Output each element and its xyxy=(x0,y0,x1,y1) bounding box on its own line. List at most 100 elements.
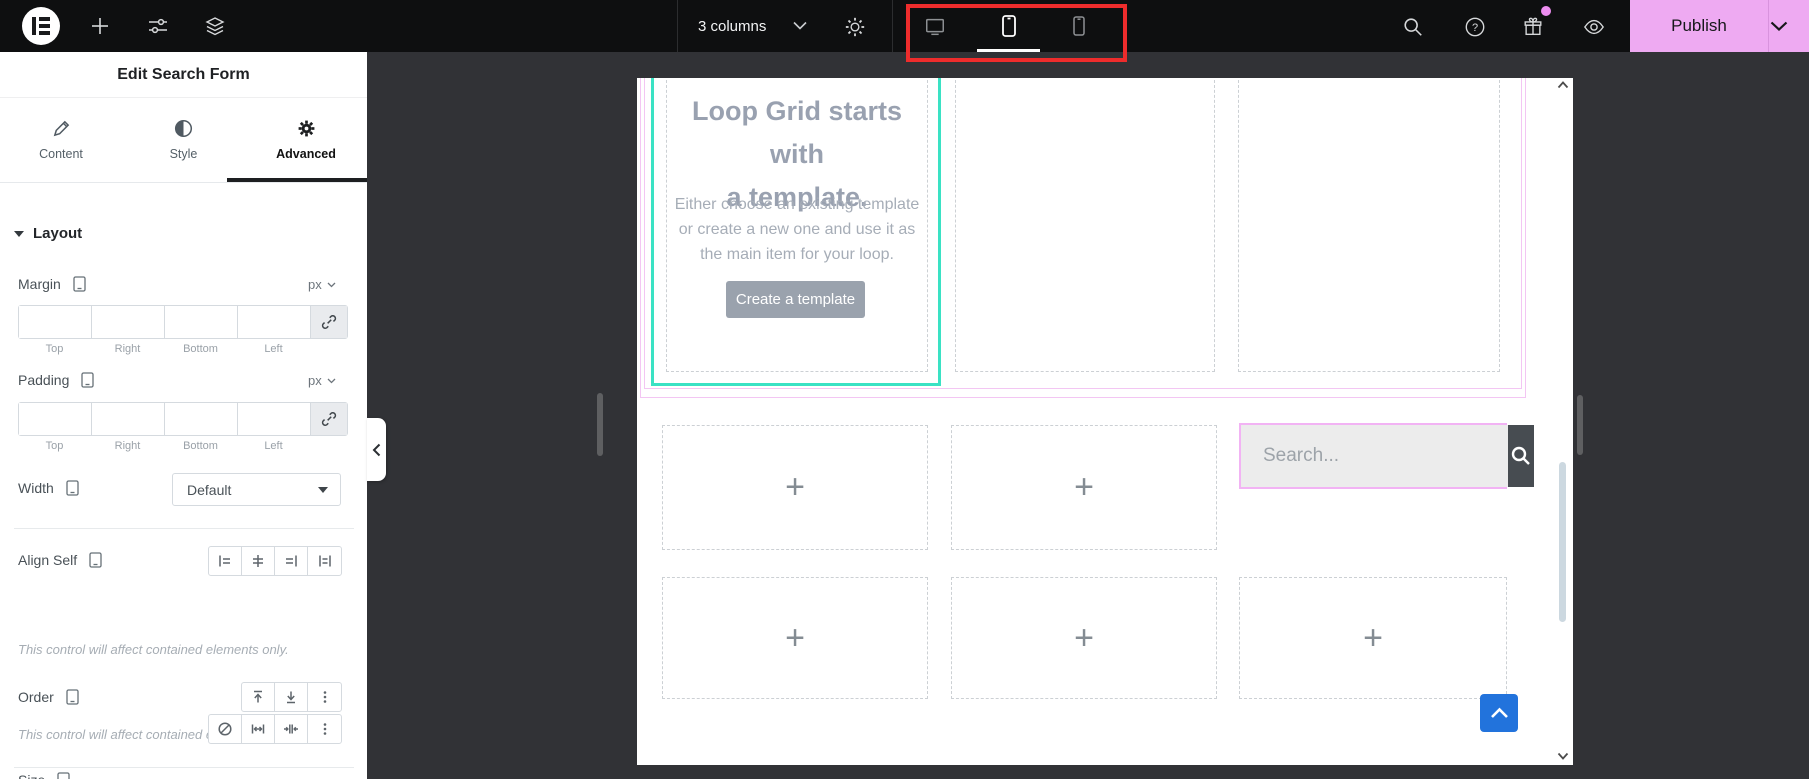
pencil-icon xyxy=(53,120,69,137)
finder-search-icon[interactable] xyxy=(1402,16,1422,36)
highlight-red-box xyxy=(906,4,1127,62)
editor-canvas[interactable]: Loop Grid starts with a template. Either… xyxy=(637,78,1573,765)
link-values-button[interactable] xyxy=(311,306,347,338)
settings-gear-icon[interactable] xyxy=(844,16,865,37)
grow-icon xyxy=(251,724,265,734)
size-grow-button[interactable] xyxy=(242,715,275,743)
align-center-button[interactable] xyxy=(242,547,275,575)
edit-panel: Edit Search Form Content Style Advanced … xyxy=(0,52,367,779)
divider xyxy=(14,767,354,768)
order-last-button[interactable] xyxy=(275,683,308,711)
whats-new-gift-icon[interactable] xyxy=(1522,16,1542,36)
search-form-widget[interactable] xyxy=(1239,423,1534,489)
columns-dropdown[interactable]: 3 columns xyxy=(698,0,766,52)
device-tablet-mini-icon[interactable] xyxy=(73,276,86,292)
site-settings-sliders-icon[interactable] xyxy=(148,16,168,36)
preview-eye-icon[interactable] xyxy=(1582,16,1604,36)
align-end-icon xyxy=(286,555,297,567)
loop-grid-placeholder-cell[interactable] xyxy=(1238,78,1500,372)
margin-top-input[interactable] xyxy=(19,306,92,338)
padding-unit-dropdown[interactable]: px xyxy=(308,373,336,388)
tab-style[interactable]: Style xyxy=(122,98,245,182)
add-widget-plus-icon[interactable]: + xyxy=(1074,468,1094,507)
layout-section-label: Layout xyxy=(33,225,83,242)
sublabel-bottom: Bottom xyxy=(183,343,218,355)
order-first-button[interactable] xyxy=(242,683,275,711)
columns-dropdown-label: 3 columns xyxy=(698,17,767,35)
chevron-left-icon xyxy=(372,443,381,456)
publish-options-chevron-icon[interactable] xyxy=(1770,21,1788,32)
panel-collapse-handle[interactable] xyxy=(367,418,386,481)
canvas-scrollbar-thumb[interactable] xyxy=(1559,462,1566,622)
align-start-button[interactable] xyxy=(209,547,242,575)
padding-right-input[interactable] xyxy=(92,403,165,435)
gear-icon xyxy=(298,120,314,137)
device-tablet-mini-icon[interactable] xyxy=(66,480,79,496)
right-scrollbar-thumb[interactable] xyxy=(1577,395,1583,455)
chevron-down-icon[interactable] xyxy=(793,21,813,41)
empty-container-cell[interactable]: + xyxy=(1239,577,1507,699)
width-select[interactable]: Default xyxy=(172,473,341,506)
device-tablet-mini-icon[interactable] xyxy=(81,372,95,388)
add-widget-plus-icon[interactable]: + xyxy=(785,468,805,507)
left-scrollbar-thumb[interactable] xyxy=(597,393,603,456)
canvas-scroll-down-arrow[interactable] xyxy=(1557,752,1569,760)
sublabel-left: Left xyxy=(264,343,283,355)
margin-bottom-input[interactable] xyxy=(165,306,238,338)
add-widget-plus-icon[interactable]: + xyxy=(785,619,805,658)
device-tablet-mini-icon[interactable] xyxy=(57,772,70,779)
elementor-logo[interactable] xyxy=(22,7,60,45)
padding-sublabels: Top Right Bottom Left xyxy=(18,440,310,452)
create-template-button[interactable]: Create a template xyxy=(726,281,865,318)
dots-vertical-icon xyxy=(323,723,326,735)
empty-container-cell[interactable]: + xyxy=(662,425,928,550)
size-label: Size xyxy=(18,772,45,779)
device-tablet-mini-icon[interactable] xyxy=(89,552,102,568)
add-widget-plus-icon[interactable]: + xyxy=(1363,619,1383,658)
link-icon xyxy=(321,315,337,329)
order-custom-button[interactable] xyxy=(308,683,341,711)
layout-section-header[interactable]: Layout xyxy=(14,225,82,242)
align-stretch-button[interactable] xyxy=(308,547,341,575)
contrast-icon xyxy=(174,119,193,138)
size-label-row: Size xyxy=(18,772,70,779)
size-none-button[interactable] xyxy=(209,715,242,743)
unit-label: px xyxy=(308,373,322,388)
order-label-row: Order xyxy=(18,689,79,705)
dots-vertical-icon xyxy=(323,691,326,703)
shrink-icon xyxy=(284,724,298,734)
align-end-button[interactable] xyxy=(275,547,308,575)
help-icon[interactable]: ? xyxy=(1464,16,1485,37)
search-submit-button[interactable] xyxy=(1508,425,1534,487)
add-widget-plus-icon[interactable]: + xyxy=(1074,619,1094,658)
size-shrink-button[interactable] xyxy=(275,715,308,743)
align-self-button-group xyxy=(208,546,342,576)
empty-container-cell[interactable]: + xyxy=(951,577,1217,699)
tab-advanced[interactable]: Advanced xyxy=(245,98,367,182)
canvas-scroll-up-arrow[interactable] xyxy=(1557,81,1569,89)
empty-container-cell[interactable]: + xyxy=(951,425,1217,550)
margin-left-input[interactable] xyxy=(238,306,311,338)
tab-content[interactable]: Content xyxy=(0,98,122,182)
device-tablet-mini-icon[interactable] xyxy=(66,689,79,705)
padding-top-input[interactable] xyxy=(19,403,92,435)
margin-input-group xyxy=(18,305,348,339)
loop-grid-description: Either choose an existing template or cr… xyxy=(666,192,928,267)
align-start-icon xyxy=(219,555,230,567)
padding-bottom-input[interactable] xyxy=(165,403,238,435)
loop-grid-placeholder-cell[interactable] xyxy=(955,78,1215,372)
search-input[interactable] xyxy=(1241,425,1508,487)
margin-right-input[interactable] xyxy=(92,306,165,338)
padding-left-input[interactable] xyxy=(238,403,311,435)
margin-unit-dropdown[interactable]: px xyxy=(308,277,336,292)
structure-layers-icon[interactable] xyxy=(205,16,225,36)
add-element-icon[interactable] xyxy=(90,16,110,36)
empty-container-cell[interactable]: + xyxy=(662,577,928,699)
size-custom-button[interactable] xyxy=(308,715,341,743)
link-values-button[interactable] xyxy=(311,403,347,435)
panel-tabs: Content Style Advanced xyxy=(0,98,367,183)
size-button-group xyxy=(208,714,342,744)
magnifier-icon xyxy=(1511,446,1530,465)
unit-label: px xyxy=(308,277,322,292)
scroll-to-top-button[interactable] xyxy=(1480,694,1518,732)
